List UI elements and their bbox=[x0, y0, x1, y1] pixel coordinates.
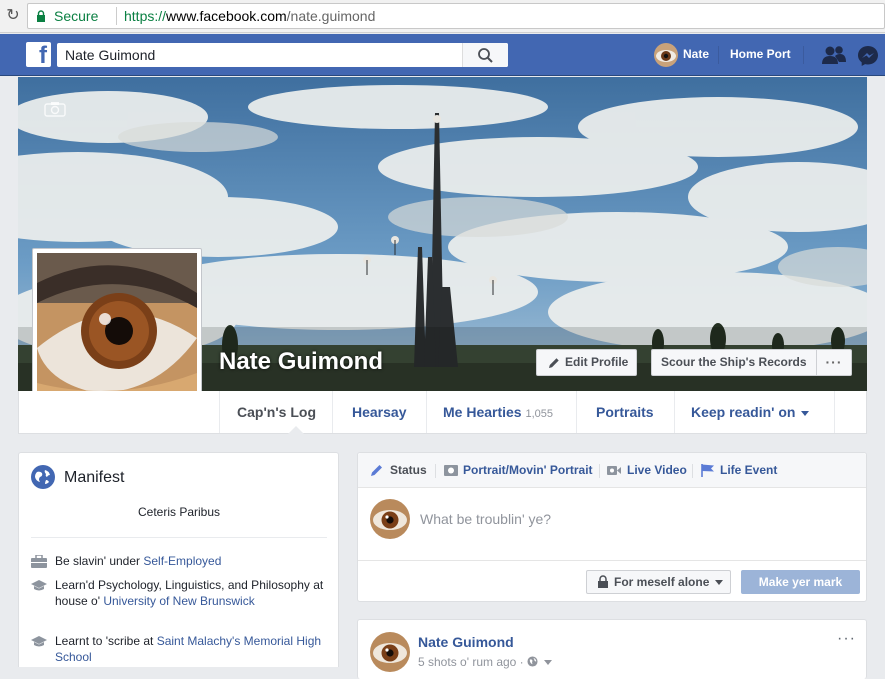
composer-input[interactable]: What be troublin' ye? bbox=[420, 511, 551, 527]
facebook-top-bar: f Nate Home Port bbox=[0, 34, 885, 76]
tab-divider bbox=[599, 464, 600, 478]
intro-title: Manifest bbox=[64, 469, 125, 486]
timeline-post: Nate Guimond 5 shots o' rum ago · ··· bbox=[357, 619, 867, 679]
camera-icon[interactable] bbox=[44, 101, 66, 117]
school-prefix: Learnt to 'scribe at bbox=[55, 634, 157, 648]
post-author-name[interactable]: Nate Guimond bbox=[418, 634, 514, 650]
graduation-cap-icon bbox=[31, 580, 47, 591]
university-link[interactable]: University of New Brunswick bbox=[103, 594, 254, 608]
pencil-icon bbox=[371, 465, 382, 476]
divider bbox=[358, 560, 866, 561]
url-text[interactable]: https://www.facebook.com/nate.guimond bbox=[124, 8, 375, 24]
video-camera-icon bbox=[607, 466, 621, 475]
tab-divider bbox=[834, 391, 835, 433]
address-bar[interactable]: Secure https://www.facebook.com/nate.gui… bbox=[27, 3, 885, 29]
facebook-logo-icon[interactable]: f bbox=[26, 42, 51, 67]
tab-divider bbox=[332, 391, 333, 433]
search-icon bbox=[478, 48, 493, 63]
search-input[interactable] bbox=[57, 43, 462, 67]
tab-more[interactable]: Keep readin' on bbox=[691, 391, 810, 433]
composer-tabs: Status Portrait/Movin' Portrait Live Vid… bbox=[358, 453, 866, 488]
work-link[interactable]: Self-Employed bbox=[143, 554, 221, 568]
education-row: Learn'd Psychology, Linguistics, and Phi… bbox=[31, 577, 327, 609]
lock-icon bbox=[598, 575, 608, 588]
photo-icon bbox=[444, 465, 458, 476]
search-button[interactable] bbox=[462, 43, 508, 67]
browser-toolbar: ↻ Secure https://www.facebook.com/nate.g… bbox=[0, 0, 885, 33]
globe-icon bbox=[31, 465, 55, 489]
graduation-cap-icon bbox=[31, 636, 47, 647]
activity-log-button[interactable]: Scour the Ship's Records bbox=[651, 349, 818, 376]
nav-divider bbox=[718, 46, 719, 64]
tab-more-label: Keep readin' on bbox=[691, 404, 796, 420]
tab-divider bbox=[674, 391, 675, 433]
search-box bbox=[57, 43, 508, 67]
tab-divider bbox=[426, 391, 427, 433]
secure-label: Secure bbox=[54, 8, 99, 24]
privacy-label: For meself alone bbox=[614, 575, 710, 589]
post-options-button[interactable]: ··· bbox=[837, 630, 856, 648]
edit-profile-label: Edit Profile bbox=[565, 355, 629, 369]
nav-divider bbox=[803, 46, 804, 64]
reload-icon[interactable]: ↻ bbox=[4, 7, 22, 25]
tab-timeline[interactable]: Cap'n's Log bbox=[237, 391, 316, 433]
more-options-button[interactable]: ··· bbox=[816, 349, 852, 376]
tab-photos[interactable]: Portraits bbox=[596, 391, 654, 433]
post-author-avatar[interactable] bbox=[370, 632, 410, 672]
live-video-tab[interactable]: Live Video bbox=[627, 463, 687, 477]
status-tab[interactable]: Status bbox=[390, 463, 427, 477]
edit-profile-button[interactable]: Edit Profile bbox=[536, 349, 637, 376]
url-path: /nate.guimond bbox=[286, 8, 376, 24]
eye-avatar-image bbox=[370, 632, 410, 672]
home-link[interactable]: Home Port bbox=[730, 47, 791, 61]
messenger-icon[interactable] bbox=[857, 45, 879, 67]
intro-card: Manifest Ceteris Paribus Be slavin' unde… bbox=[18, 452, 339, 667]
profile-name[interactable]: Nate Guimond bbox=[219, 348, 383, 376]
friend-requests-icon[interactable] bbox=[821, 44, 847, 66]
post-button[interactable]: Make yer mark bbox=[741, 570, 860, 594]
activity-log-label: Scour the Ship's Records bbox=[661, 355, 807, 369]
tab-divider bbox=[576, 391, 577, 433]
profile-tabs: Cap'n's Log Hearsay Me Hearties 1,055 Po… bbox=[18, 391, 867, 434]
globe-icon bbox=[527, 656, 538, 667]
flag-icon bbox=[701, 464, 714, 477]
composer-avatar bbox=[370, 499, 410, 539]
chevron-down-icon bbox=[715, 580, 724, 586]
post-composer: Status Portrait/Movin' Portrait Live Vid… bbox=[357, 452, 867, 602]
url-divider bbox=[116, 7, 117, 25]
user-name-link[interactable]: Nate bbox=[683, 47, 709, 61]
tab-about[interactable]: Hearsay bbox=[352, 391, 407, 433]
tab-divider bbox=[219, 391, 220, 433]
url-scheme: https:// bbox=[124, 8, 167, 24]
tab-friends[interactable]: Me Hearties 1,055 bbox=[443, 391, 553, 433]
user-avatar[interactable] bbox=[654, 43, 678, 67]
bio-text: Ceteris Paribus bbox=[137, 505, 221, 519]
divider bbox=[31, 537, 327, 538]
privacy-selector[interactable]: For meself alone bbox=[586, 570, 731, 594]
eye-portrait-image bbox=[37, 253, 197, 413]
chevron-down-icon bbox=[544, 660, 553, 666]
url-host: www.facebook.com bbox=[166, 8, 287, 24]
school-row: Learnt to 'scribe at Saint Malachy's Mem… bbox=[31, 633, 327, 665]
work-row: Be slavin' under Self-Employed bbox=[31, 553, 327, 569]
tab-divider bbox=[435, 464, 436, 478]
active-tab-indicator bbox=[288, 426, 304, 434]
pencil-icon bbox=[549, 358, 559, 368]
lock-icon bbox=[37, 10, 45, 22]
eye-avatar-image bbox=[654, 43, 678, 67]
chevron-down-icon bbox=[801, 410, 810, 416]
photo-video-tab[interactable]: Portrait/Movin' Portrait bbox=[463, 463, 593, 477]
friends-count: 1,055 bbox=[525, 408, 554, 420]
work-prefix: Be slavin' under bbox=[55, 554, 144, 568]
tab-divider bbox=[692, 464, 693, 478]
eye-avatar-image bbox=[370, 499, 410, 539]
life-event-tab[interactable]: Life Event bbox=[720, 463, 777, 477]
tab-friends-label: Me Hearties bbox=[443, 404, 522, 420]
briefcase-icon bbox=[31, 555, 47, 568]
